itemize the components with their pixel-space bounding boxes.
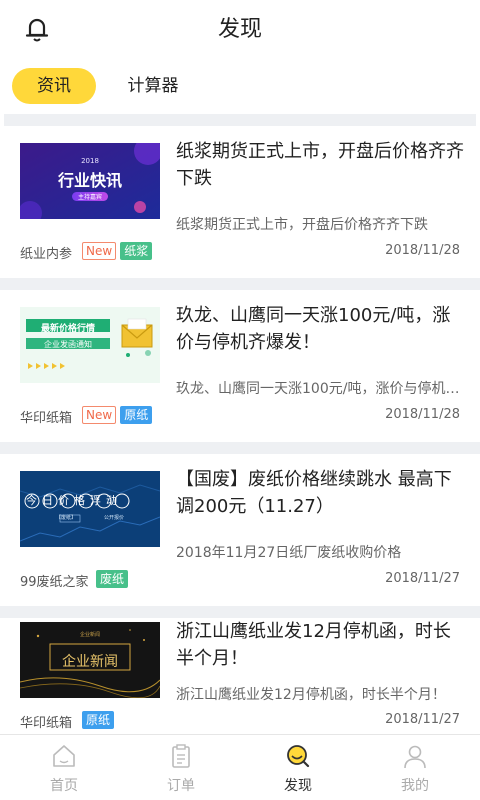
discover-icon [285,743,311,769]
bottom-nav: 首页 订单 发现 我的 [0,734,480,800]
header: 发现 [0,0,480,60]
divider [4,114,476,126]
article-date: 2018/11/28 [385,243,460,258]
thumb-right-label: 公开报价 [104,515,125,521]
article-source: 纸业内参 [20,247,73,262]
category-badge: 废纸 [96,570,129,588]
article-tags: 废纸 [96,570,129,588]
nav-discover[interactable]: 发现 [258,735,338,800]
article-date: 2018/11/27 [385,571,460,586]
nav-label: 首页 [50,778,78,794]
article-thumbnail [20,471,160,547]
tab-news[interactable]: 资讯 [12,68,96,104]
thumb-year: 2018 [81,157,99,165]
article-tags: New 纸浆 [82,242,153,260]
article-card[interactable]: 最新价格行情 企业发函通知 玖龙、山鹰同一天涨100元/吨，涨价与停机齐爆发！ … [0,290,480,442]
new-badge: New [82,406,117,424]
thumb-heading: 行业快讯 [57,171,122,190]
thumb-left-label: 【废纸】 [56,515,77,521]
thumb-heading: 今日价格浮动 [26,494,122,507]
article-date: 2018/11/27 [385,712,460,727]
article-tags: 原纸 [82,711,115,729]
article-source: 华印纸箱 [20,716,73,731]
nav-orders[interactable]: 订单 [141,735,221,800]
article-summary: 2018年11月27日纸厂废纸收购价格 [176,545,402,561]
divider [0,606,480,618]
thumb-small-label: 企业新闻 [79,632,100,638]
thumb-heading: 最新价格行情 [40,324,95,334]
article-summary: 纸浆期货正式上市，开盘后价格齐齐下跌 [176,217,428,233]
nav-label: 发现 [284,778,312,794]
thumb-button: 主持嘉宾 [77,194,102,201]
article-card[interactable]: 企业新闻 企业新闻 浙江山鹰纸业发12月停机函，时长半个月！ 浙江山鹰纸业发12… [0,618,480,734]
article-title[interactable]: 玖龙、山鹰同一天涨100元/吨，涨价与停机齐爆发！ [176,302,466,356]
article-card[interactable]: 2018 行业快讯 主持嘉宾 纸浆期货正式上市，开盘后价格齐齐下跌 纸浆期货正式… [0,126,480,278]
article-summary: 玖龙、山鹰同一天涨100元/吨，涨价与停机齐爆发！ [176,381,461,397]
article-summary: 浙江山鹰纸业发12月停机函，时长半个月！ [176,687,446,703]
category-badge: 原纸 [120,406,153,424]
nav-label: 订单 [167,778,195,794]
page-title: 发现 [217,17,262,42]
new-badge: New [82,242,117,260]
article-title[interactable]: 【国废】废纸价格继续跳水 最高下调200元（11.27） [176,466,466,520]
tab-calculator[interactable]: 计算器 [118,68,188,104]
nav-home[interactable]: 首页 [24,735,104,800]
category-badge: 原纸 [82,711,115,729]
article-source: 99废纸之家 [20,575,89,590]
tab-bar: 资讯 计算器 [0,62,480,112]
order-icon [168,743,194,769]
article-title[interactable]: 浙江山鹰纸业发12月停机函，时长半个月！ [176,618,466,672]
profile-icon [402,743,428,769]
article-title[interactable]: 纸浆期货正式上市，开盘后价格齐齐下跌 [176,138,466,192]
article-card[interactable]: 今日价格浮动 【废纸】 公开报价 【国废】废纸价格继续跳水 最高下调200元（1… [0,454,480,606]
article-source: 华印纸箱 [20,411,73,426]
divider [0,278,480,290]
thumb-heading: 企业新闻 [62,654,118,670]
divider [0,442,480,454]
category-badge: 纸浆 [120,242,153,260]
home-icon [51,743,77,769]
article-date: 2018/11/28 [385,407,460,422]
thumb-subheading: 企业发函通知 [44,340,92,349]
nav-profile[interactable]: 我的 [375,735,455,800]
article-tags: New 原纸 [82,406,153,424]
nav-label: 我的 [401,778,429,794]
